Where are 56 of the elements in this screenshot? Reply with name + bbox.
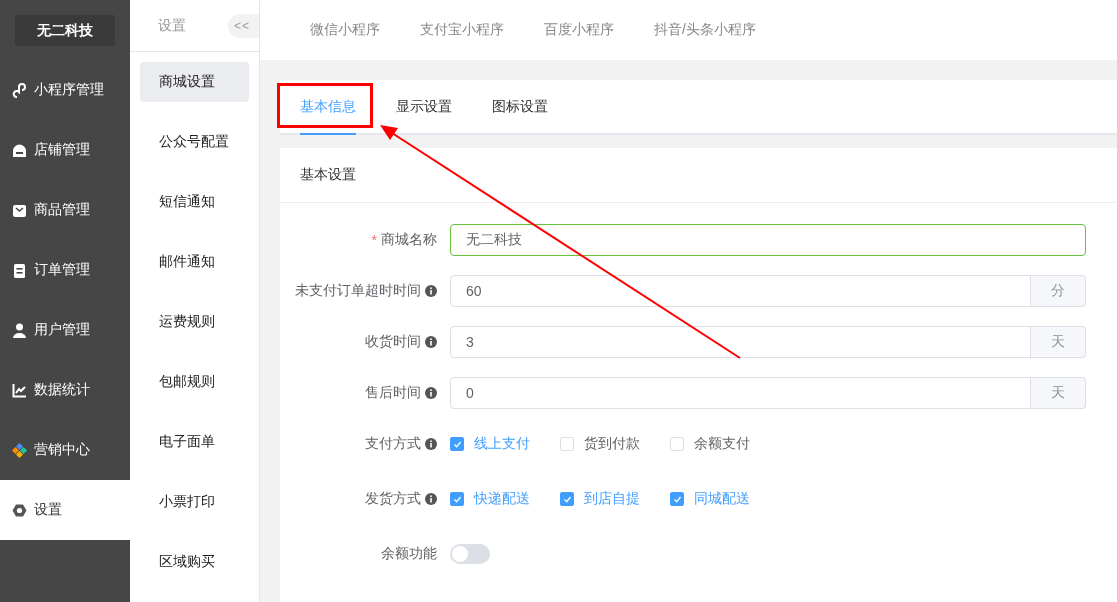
- submenu-item[interactable]: 电子面单: [140, 422, 249, 462]
- submenu-item[interactable]: 小票打印: [140, 482, 249, 522]
- platform-tab[interactable]: 百度小程序: [544, 21, 614, 39]
- submenu-item[interactable]: 邮件通知: [140, 242, 249, 282]
- checkbox[interactable]: [560, 492, 574, 506]
- platform-tab[interactable]: 支付宝小程序: [420, 21, 504, 39]
- input-field[interactable]: 无二科技: [450, 224, 1086, 256]
- link-icon: [12, 82, 27, 98]
- marketing-icon: [12, 442, 27, 458]
- submenu-item[interactable]: 公众号配置: [140, 122, 249, 162]
- submenu-item[interactable]: 商城设置: [140, 62, 249, 102]
- toggle-switch[interactable]: [450, 544, 490, 564]
- field-label: 支付方式: [365, 435, 421, 453]
- submenu-item[interactable]: 运费规则: [140, 302, 249, 342]
- field-label: 收货时间: [365, 333, 421, 351]
- field-label: 售后时间: [365, 384, 421, 402]
- field-label: 商城名称: [381, 231, 437, 249]
- checkbox-label[interactable]: 货到付款: [584, 435, 640, 453]
- input-field[interactable]: 0: [450, 377, 1031, 409]
- chart-icon: [12, 382, 27, 398]
- submenu-title: 设置: [157, 16, 186, 35]
- sidebar-item[interactable]: 小程序管理: [0, 60, 130, 120]
- field-label: 余额功能: [381, 545, 437, 563]
- checkbox[interactable]: [450, 492, 464, 506]
- clipboard-icon: [12, 262, 27, 278]
- submenu-item[interactable]: 短信通知: [140, 182, 249, 222]
- tab[interactable]: 图标设置: [492, 80, 548, 135]
- input-field[interactable]: 60: [450, 275, 1031, 307]
- checkbox[interactable]: [670, 492, 684, 506]
- shop-icon: [12, 142, 27, 158]
- field-label: 发货方式: [365, 490, 421, 508]
- bag-icon: [12, 202, 27, 218]
- platform-tab[interactable]: 微信小程序: [310, 21, 380, 39]
- checkbox-label[interactable]: 余额支付: [694, 435, 750, 453]
- input-field[interactable]: 3: [450, 326, 1031, 358]
- settings-icon: [12, 502, 27, 518]
- platform-tab[interactable]: 抖音/头条小程序: [654, 21, 756, 39]
- checkbox[interactable]: [450, 437, 464, 451]
- unit-label: 天: [1031, 326, 1086, 358]
- field-label: 未支付订单超时时间: [295, 282, 421, 300]
- required-mark: *: [371, 232, 377, 248]
- tab[interactable]: 显示设置: [396, 80, 452, 135]
- sidebar-item[interactable]: 订单管理: [0, 240, 130, 300]
- user-icon: [12, 322, 27, 338]
- submenu-item[interactable]: 区域购买: [140, 542, 249, 582]
- sidebar-item[interactable]: 营销中心: [0, 420, 130, 480]
- unit-label: 天: [1031, 377, 1086, 409]
- submenu-item[interactable]: 包邮规则: [140, 362, 249, 402]
- sidebar-item[interactable]: 用户管理: [0, 300, 130, 360]
- sidebar-item[interactable]: 数据统计: [0, 360, 130, 420]
- unit-label: 分: [1031, 275, 1086, 307]
- sidebar-item[interactable]: 设置: [0, 480, 130, 540]
- logo: 无二科技: [15, 15, 115, 46]
- sidebar-item[interactable]: 商品管理: [0, 180, 130, 240]
- section-title: 基本设置: [300, 166, 356, 184]
- sidebar-item[interactable]: 店铺管理: [0, 120, 130, 180]
